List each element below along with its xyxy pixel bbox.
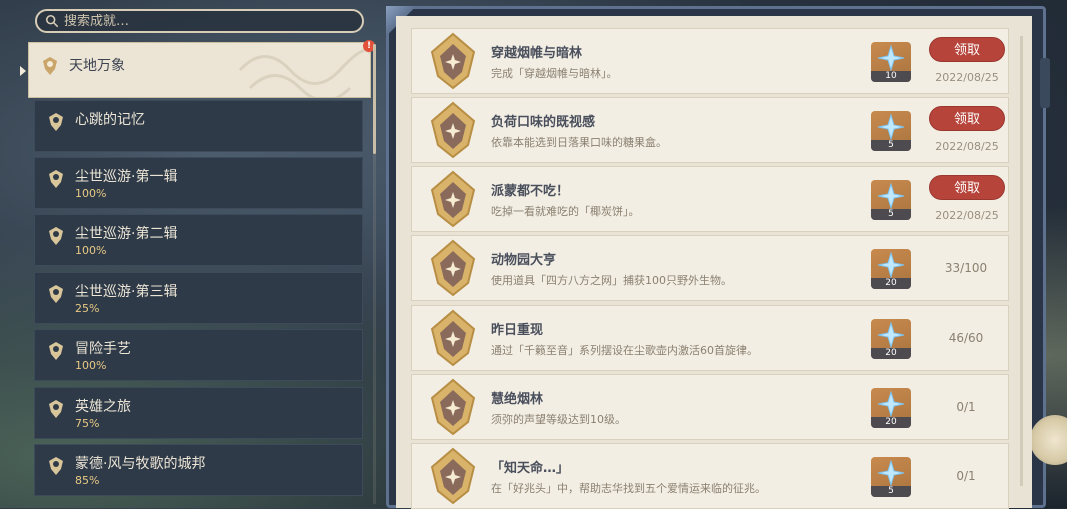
category-item-heartbeat[interactable]: 心跳的记忆 [34,100,363,152]
achievement-desc: 使用道具「四方八方之网」捕获100只野外生物。 [491,274,732,287]
achievement-row: 动物园大亨 使用道具「四方八方之网」捕获100只野外生物。 20 33/100 [411,235,1009,301]
achievement-category-icon [49,400,63,418]
achievement-progress: 33/100 [944,261,988,275]
achievement-badge-icon [430,239,476,297]
category-list: 天地万象 心跳的记忆 尘世巡游·第一辑 100% 尘世巡游·第二辑 100% 尘… [28,42,373,508]
primogem-icon [877,45,905,71]
primogem-icon [877,391,905,417]
achievement-title: 慧绝烟林 [491,392,544,407]
primogem-icon [877,183,905,209]
category-scroll-thumb[interactable] [373,44,376,154]
achievement-badge-icon [430,378,476,436]
search-input[interactable] [64,13,344,29]
achievement-category-icon [49,227,63,245]
category-progress: 100% [75,244,107,257]
achievement-category-icon [49,170,63,188]
category-title: 蒙德·风与牧歌的城邦 [75,456,206,472]
search-icon [45,14,59,28]
achievement-title: 负荷口味的既视感 [491,115,596,130]
primogem-reward: 5 [871,457,911,497]
category-item-craft[interactable]: 冒险手艺 100% [34,329,363,381]
achievement-category-icon [49,285,63,303]
reward-count: 10 [871,71,911,82]
reward-count: 5 [871,209,911,220]
search-bar[interactable] [35,9,364,33]
achievement-desc: 在「好兆头」中，帮助志华找到五个爱情运来临的征兆。 [491,482,766,495]
achievement-title: 派蒙都不吃！ [491,184,570,199]
reward-count: 20 [871,278,911,289]
reward-count: 20 [871,417,911,428]
primogem-icon [877,460,905,486]
side-tab [1040,58,1050,108]
achievement-category-icon [49,457,63,475]
category-title: 冒险手艺 [75,341,131,357]
primogem-reward: 20 [871,388,911,428]
achievement-category-icon [49,113,63,131]
reward-count: 5 [871,140,911,151]
achievement-badge-icon [430,32,476,90]
reward-count: 20 [871,348,911,359]
category-item-hero[interactable]: 英雄之旅 75% [34,387,363,439]
achievement-row: 慧绝烟林 须弥的声望等级达到10级。 20 0/1 [411,374,1009,440]
claim-button[interactable]: 领取 [929,37,1005,62]
achievement-desc: 通过「千籁至音」系列摆设在尘歌壶内激活60首旋律。 [491,344,758,357]
primogem-reward: 5 [871,180,911,220]
achievement-title: 动物园大亨 [491,253,557,268]
category-progress: 75% [75,417,100,430]
achievement-row: 负荷口味的既视感 依靠本能选到日落果口味的糖果盒。 5 领取 2022/08/2… [411,97,1009,163]
primogem-reward: 20 [871,319,911,359]
completion-date: 2022/08/25 [935,140,999,153]
primogem-icon [877,322,905,348]
category-title: 尘世巡游·第三辑 [75,284,178,300]
achievement-row: 派蒙都不吃！ 吃掉一看就难吃的「椰炭饼」。 5 领取 2022/08/25 [411,166,1009,232]
achievement-category-icon [43,57,57,75]
pattern-decoration [238,48,370,97]
primogem-reward: 5 [871,111,911,151]
category-item-tiandi[interactable]: 天地万象 [28,42,371,98]
achievement-row: 穿越烟帷与暗林 完成「穿越烟帷与暗林」。 10 领取 2022/08/25 [411,28,1009,94]
completion-date: 2022/08/25 [935,71,999,84]
achievement-desc: 依靠本能选到日落果口味的糖果盒。 [491,136,667,149]
achievement-title: 穿越烟帷与暗林 [491,46,583,61]
primogem-reward: 10 [871,42,911,82]
achievement-badge-icon [430,101,476,159]
category-progress: 25% [75,302,100,315]
category-item-tour-2[interactable]: 尘世巡游·第二辑 100% [34,214,363,266]
achievement-progress: 46/60 [948,331,984,345]
achievement-title: 昨日重现 [491,323,544,338]
achievement-scrollbar[interactable] [1020,36,1023,486]
category-item-tour-1[interactable]: 尘世巡游·第一辑 100% [34,157,363,209]
achievement-desc: 完成「穿越烟帷与暗林」。 [491,67,618,80]
achievement-title: 「知天命…」 [491,461,570,476]
achievement-category-icon [49,342,63,360]
category-title: 尘世巡游·第二辑 [75,226,178,242]
achievement-desc: 吃掉一看就难吃的「椰炭饼」。 [491,205,640,218]
category-item-mondstadt[interactable]: 蒙德·风与牧歌的城邦 85% [34,444,363,496]
claim-button[interactable]: 领取 [929,175,1005,200]
selected-pointer-icon [20,66,26,76]
achievement-badge-icon [430,309,476,367]
achievement-badge-icon [430,170,476,228]
achievement-row: 「知天命…」 在「好兆头」中，帮助志华找到五个爱情运来临的征兆。 5 0/1 [411,443,1009,509]
category-item-tour-3[interactable]: 尘世巡游·第三辑 25% [34,272,363,324]
category-title: 英雄之旅 [75,399,131,415]
claim-button[interactable]: 领取 [929,106,1005,131]
primogem-reward: 20 [871,249,911,289]
category-progress: 100% [75,187,107,200]
reward-count: 5 [871,486,911,497]
category-title: 心跳的记忆 [75,112,145,128]
achievement-progress: 0/1 [956,400,976,414]
achievement-row: 昨日重现 通过「千籁至音」系列摆设在尘歌壶内激活60首旋律。 20 46/60 [411,305,1009,371]
category-title: 尘世巡游·第一辑 [75,169,178,185]
achievement-desc: 须弥的声望等级达到10级。 [491,413,626,426]
primogem-icon [877,252,905,278]
primogem-icon [877,114,905,140]
category-progress: 100% [75,359,107,372]
category-title: 天地万象 [69,58,125,74]
completion-date: 2022/08/25 [935,209,999,222]
achievement-badge-icon [430,447,476,505]
achievement-progress: 0/1 [956,469,976,483]
category-progress: 85% [75,474,100,487]
